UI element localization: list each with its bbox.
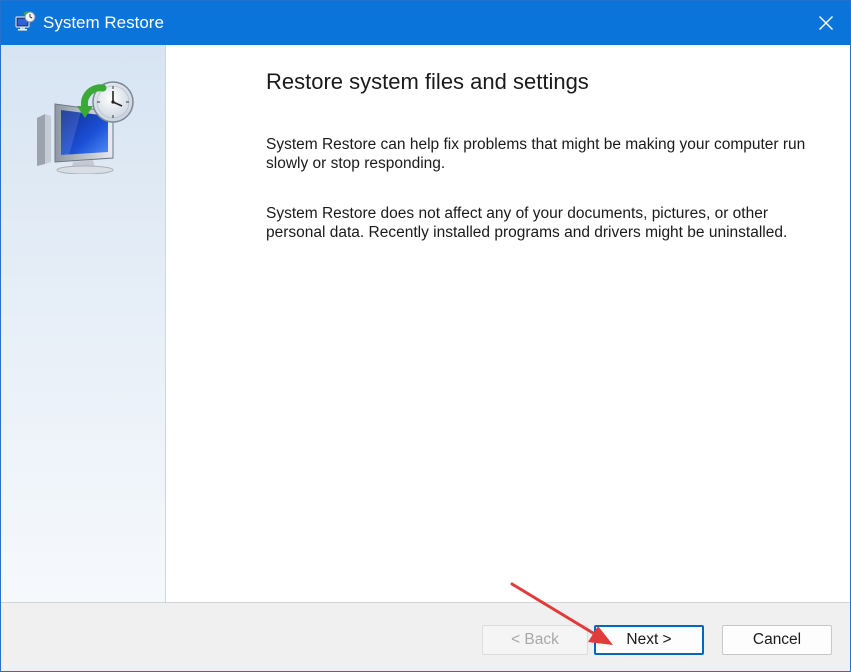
description-paragraph-1: System Restore can help fix problems tha… [266,136,806,172]
button-bar: < Back Next > Cancel [1,602,850,671]
wizard-sidebar [1,45,166,602]
next-button[interactable]: Next > [594,625,704,655]
wizard-content: Restore system files and settings System… [166,45,850,602]
close-button[interactable] [802,1,850,45]
page-title: Restore system files and settings [266,69,589,94]
cancel-button[interactable]: Cancel [722,625,832,655]
description-paragraph-2: System Restore does not affect any of yo… [266,205,788,241]
window-title: System Restore [43,13,164,32]
system-restore-window: System Restore Restore system files and … [0,0,851,672]
close-icon [819,16,833,30]
title-bar[interactable]: System Restore [1,1,850,45]
system-restore-icon [15,11,36,31]
system-restore-monitor-clock-icon [37,81,134,174]
back-button: < Back [482,625,588,655]
